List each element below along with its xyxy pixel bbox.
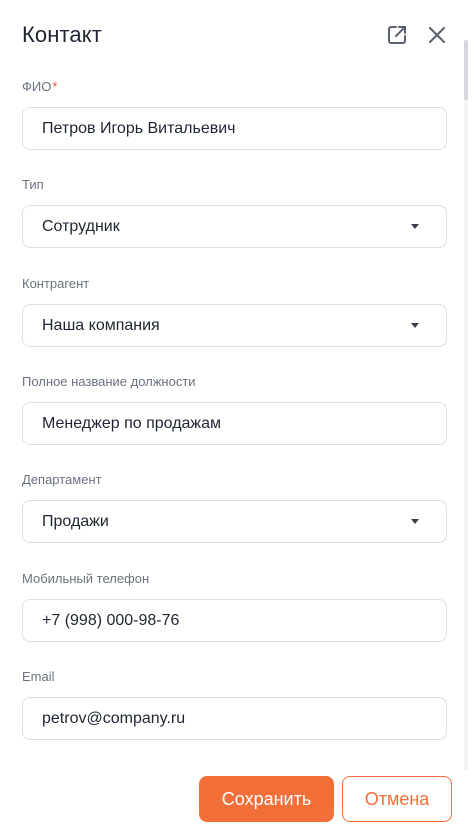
type-select[interactable]: Сотрудник <box>22 205 447 248</box>
field-fio: ФИО* Петров Игорь Витальевич <box>22 79 447 150</box>
fio-input[interactable]: Петров Игорь Витальевич <box>22 107 447 150</box>
department-select[interactable]: Продажи <box>22 500 447 543</box>
email-value: petrov@company.ru <box>42 709 186 727</box>
counterparty-label: Контрагент <box>22 276 90 291</box>
scrollbar-track[interactable] <box>464 40 468 770</box>
field-type: Тип Сотрудник <box>22 177 447 248</box>
fio-label-text: ФИО <box>22 79 52 94</box>
contact-panel: Контакт ФИО* Петров Игорь Витальевич Тип… <box>0 0 474 838</box>
field-counterparty: Контрагент Наша компания <box>22 276 447 347</box>
department-label: Департамент <box>22 472 102 487</box>
mobile-label: Мобильный телефон <box>22 571 150 586</box>
required-mark: * <box>52 79 58 94</box>
counterparty-select[interactable]: Наша компания <box>22 304 447 347</box>
position-input[interactable]: Менеджер по продажам <box>22 402 447 445</box>
field-position: Полное название должности Менеджер по пр… <box>22 374 447 445</box>
email-input[interactable]: petrov@company.ru <box>22 697 447 740</box>
close-icon[interactable] <box>424 22 450 48</box>
caret-down-icon <box>411 224 419 229</box>
mobile-input[interactable]: +7 (998) 000-98-76 <box>22 599 447 642</box>
type-label: Тип <box>22 177 44 192</box>
cancel-button[interactable]: Отмена <box>342 776 452 822</box>
counterparty-value: Наша компания <box>42 316 160 334</box>
external-link-icon[interactable] <box>384 22 410 48</box>
fio-value: Петров Игорь Витальевич <box>42 119 236 137</box>
panel-header: Контакт <box>22 20 452 50</box>
caret-down-icon <box>411 323 419 328</box>
field-mobile: Мобильный телефон +7 (998) 000-98-76 <box>22 571 447 642</box>
panel-title: Контакт <box>22 22 102 47</box>
scrollbar-thumb[interactable] <box>464 40 468 100</box>
position-value: Менеджер по продажам <box>42 414 222 432</box>
type-value: Сотрудник <box>42 217 120 235</box>
email-label: Email <box>22 669 55 684</box>
field-department: Департамент Продажи <box>22 472 447 543</box>
save-button[interactable]: Сохранить <box>199 776 334 822</box>
fio-label: ФИО* <box>22 79 447 95</box>
department-value: Продажи <box>42 512 109 530</box>
caret-down-icon <box>411 519 419 524</box>
panel-footer: Сохранить Отмена <box>0 776 474 822</box>
mobile-value: +7 (998) 000-98-76 <box>42 611 180 629</box>
position-label: Полное название должности <box>22 374 196 389</box>
header-actions <box>384 22 450 48</box>
field-email: Email petrov@company.ru <box>22 669 447 740</box>
